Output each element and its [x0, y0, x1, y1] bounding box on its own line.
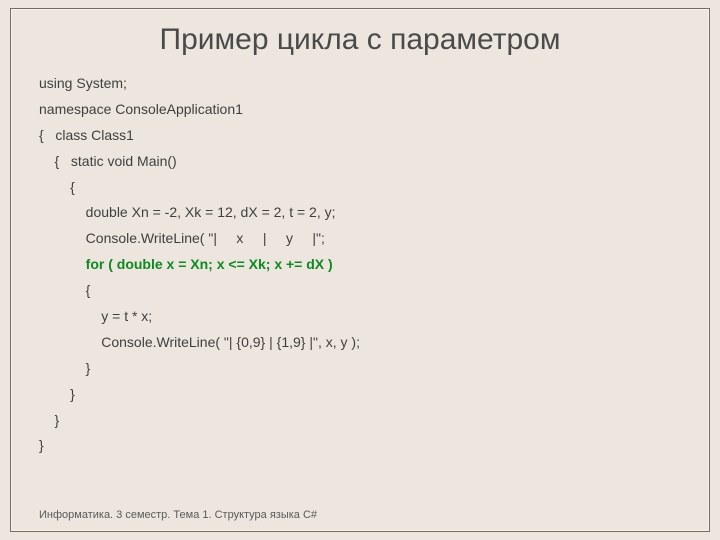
code-block: using System; namespace ConsoleApplicati… [39, 71, 681, 459]
corner-decoration [699, 8, 710, 19]
code-line: { [39, 278, 681, 304]
slide-footer: Информатика. 3 семестр. Тема 1. Структур… [39, 509, 317, 521]
code-line: using System; [39, 71, 681, 97]
code-line: double Xn = -2, Xk = 12, dX = 2, t = 2, … [39, 200, 681, 226]
code-line: } [39, 382, 681, 408]
code-line: } [39, 356, 681, 382]
slide-title: Пример цикла с параметром [39, 23, 681, 57]
corner-decoration [10, 521, 21, 532]
code-line-highlight: for ( double x = Xn; x <= Xk; x += dX ) [39, 252, 681, 278]
code-line: y = t * x; [39, 304, 681, 330]
corner-decoration [699, 521, 710, 532]
slide-frame: Пример цикла с параметром using System; … [10, 8, 710, 532]
code-line: namespace ConsoleApplication1 [39, 97, 681, 123]
code-line: Console.WriteLine( "| x | y |"; [39, 226, 681, 252]
code-line: { [39, 175, 681, 201]
code-line: Console.WriteLine( "| {0,9} | {1,9} |", … [39, 330, 681, 356]
code-line: { static void Main() [39, 149, 681, 175]
code-line: } [39, 408, 681, 434]
corner-decoration [10, 8, 21, 19]
code-line: { class Class1 [39, 123, 681, 149]
code-line: } [39, 433, 681, 459]
